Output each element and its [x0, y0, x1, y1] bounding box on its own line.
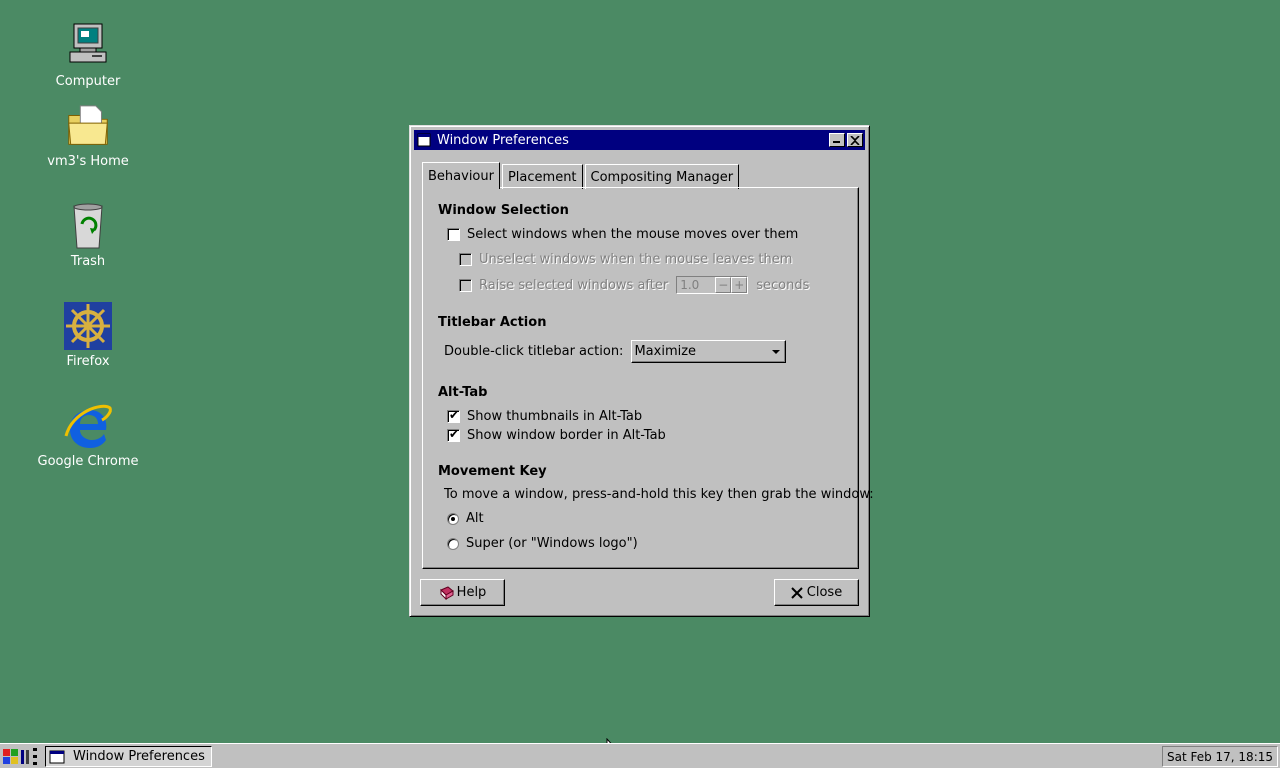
show-border-checkbox[interactable]: ✔: [447, 427, 460, 442]
minus-icon: −: [718, 278, 729, 292]
taskbar-window-label: Window Preferences: [73, 749, 205, 764]
unselect-on-leave-checkbox: [459, 253, 472, 266]
show-thumbnails-option[interactable]: ✔ Show thumbnails in Alt-Tab: [447, 408, 643, 424]
plus-icon: +: [734, 278, 745, 292]
movement-key-description: To move a window, press-and-hold this ke…: [444, 487, 874, 502]
desktop-icon-label: Firefox: [66, 354, 110, 369]
desktop-icon-label: Trash: [70, 254, 106, 269]
section-title-window-selection: Window Selection: [438, 203, 569, 218]
window-title: Window Preferences: [437, 132, 569, 148]
desktop-icon-trash[interactable]: Trash: [28, 200, 148, 269]
super-radio[interactable]: [447, 537, 459, 550]
desktop-icon-home[interactable]: vm3's Home: [28, 102, 148, 169]
increment-button: +: [731, 277, 748, 293]
minimize-button[interactable]: [829, 133, 845, 147]
movement-key-super-option[interactable]: Super (or "Windows logo"): [447, 536, 638, 551]
close-window-button[interactable]: [847, 133, 863, 147]
taskbar-window-button[interactable]: Window Preferences: [45, 746, 212, 767]
ship-wheel-icon: [64, 302, 112, 350]
tab-bar: Behaviour Placement Compositing Manager: [422, 162, 741, 189]
window-app-icon: [49, 750, 65, 763]
trash-icon: [73, 203, 103, 249]
help-label: Help: [456, 585, 487, 600]
close-label: Close: [806, 585, 843, 600]
clock[interactable]: Sat Feb 17, 18:15: [1161, 746, 1278, 767]
select-on-hover-option[interactable]: Select windows when the mouse moves over…: [447, 227, 798, 242]
titlebar[interactable]: Window Preferences: [414, 130, 865, 150]
help-book-icon: [439, 585, 454, 600]
unselect-on-leave-option: Unselect windows when the mouse leaves t…: [459, 252, 792, 267]
raise-after-checkbox: [459, 278, 472, 292]
raise-after-label: Raise selected windows after: [479, 277, 669, 293]
close-button[interactable]: Close: [774, 579, 859, 606]
minimize-icon: [833, 141, 840, 143]
desktop-icon-label: Computer: [55, 74, 121, 89]
taskbar: Window Preferences Sat Feb 17, 18:15: [0, 743, 1280, 768]
close-x-icon: [791, 586, 803, 599]
titlebar-action-dropdown[interactable]: Maximize: [631, 340, 787, 363]
raise-delay-spinner: 1.0 − +: [676, 276, 749, 294]
raise-after-unit: seconds: [756, 277, 810, 293]
help-button[interactable]: Help: [420, 579, 505, 606]
folder-icon: [68, 105, 108, 145]
radio-dot-icon: [451, 516, 455, 521]
desktop-icon-firefox[interactable]: Firefox: [28, 300, 148, 369]
alt-radio[interactable]: [447, 512, 459, 525]
section-title-alt-tab: Alt-Tab: [438, 385, 488, 400]
internet-explorer-icon: [64, 404, 112, 448]
taskbar-grip-icon: [33, 748, 37, 765]
show-border-option[interactable]: ✔ Show window border in Alt-Tab: [447, 427, 666, 443]
behaviour-panel: Window Selection Select windows when the…: [422, 187, 874, 569]
titlebar-action-value: Maximize: [634, 344, 697, 359]
desktop-icon-label: Google Chrome: [37, 454, 139, 469]
super-label: Super (or "Windows logo"): [466, 536, 638, 551]
section-title-movement-key: Movement Key: [438, 464, 547, 479]
movement-key-alt-option[interactable]: Alt: [447, 511, 484, 526]
computer-icon: [69, 23, 107, 63]
decrement-button: −: [715, 277, 732, 293]
select-on-hover-label: Select windows when the mouse moves over…: [467, 227, 799, 242]
tab-compositing-manager[interactable]: Compositing Manager: [584, 164, 740, 189]
raise-delay-value: 1.0: [677, 278, 716, 292]
start-menu-icon[interactable]: [2, 747, 32, 766]
show-border-label: Show window border in Alt-Tab: [467, 428, 666, 443]
desktop-icon-label: vm3's Home: [47, 154, 129, 169]
checkmark-icon: ✔: [449, 427, 460, 441]
select-on-hover-checkbox[interactable]: [447, 228, 460, 241]
tab-behaviour[interactable]: Behaviour: [422, 162, 500, 189]
alt-label: Alt: [466, 511, 484, 526]
window-app-icon: [417, 133, 431, 147]
close-icon: [850, 135, 860, 145]
unselect-on-leave-label: Unselect windows when the mouse leaves t…: [479, 252, 793, 267]
tab-placement[interactable]: Placement: [501, 164, 583, 189]
raise-after-option: Raise selected windows after 1.0 − + sec…: [459, 276, 809, 294]
show-thumbnails-checkbox[interactable]: ✔: [447, 408, 460, 423]
titlebar-action-label: Double-click titlebar action:: [444, 344, 624, 359]
desktop-icon-computer[interactable]: Computer: [28, 20, 148, 89]
titlebar-action-row: Double-click titlebar action: Maximize: [444, 340, 787, 363]
show-thumbnails-label: Show thumbnails in Alt-Tab: [467, 409, 643, 424]
window-preferences-dialog: Window Preferences Behaviour Placement C…: [409, 125, 874, 617]
checkmark-icon: ✔: [449, 408, 460, 422]
dropdown-arrow-icon: [772, 349, 781, 354]
section-title-titlebar-action: Titlebar Action: [438, 315, 547, 330]
desktop-icon-chrome[interactable]: Google Chrome: [28, 400, 148, 469]
